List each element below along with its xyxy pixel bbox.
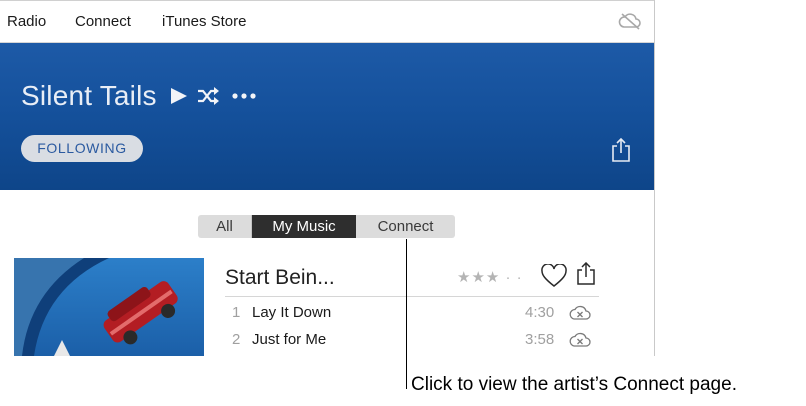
track-number: 1 — [232, 304, 241, 321]
segment-all[interactable]: All — [198, 215, 251, 238]
cloud-download-icon[interactable] — [569, 305, 591, 321]
shuffle-icon[interactable] — [197, 86, 219, 106]
view-segmented-control: All My Music Connect — [198, 215, 455, 238]
artist-name: Silent Tails — [21, 80, 157, 111]
album-rating[interactable]: ★★★ · · — [457, 268, 523, 286]
nav-itunes-store[interactable]: iTunes Store — [162, 13, 247, 30]
play-icon[interactable] — [170, 87, 188, 105]
cloud-off-icon[interactable] — [618, 11, 642, 31]
share-icon[interactable] — [576, 262, 596, 286]
album-artwork-image — [14, 258, 204, 356]
track-title: Just for Me — [252, 331, 327, 348]
artist-banner: Silent Tails FOLLOWING — [0, 43, 654, 190]
divider — [225, 296, 599, 297]
window-border — [654, 0, 655, 356]
heart-icon[interactable] — [541, 264, 567, 288]
track-row[interactable]: 1 Lay It Down 4:30 — [225, 299, 599, 325]
callout-line — [406, 239, 407, 389]
track-duration: 4:30 — [525, 304, 555, 321]
track-number: 2 — [232, 331, 241, 348]
window-border — [0, 0, 655, 1]
segment-my-music[interactable]: My Music — [252, 215, 356, 238]
share-icon[interactable] — [611, 137, 631, 163]
album-artwork[interactable] — [14, 258, 204, 356]
track-title: Lay It Down — [252, 304, 332, 321]
track-duration: 3:58 — [525, 331, 555, 348]
nav-radio[interactable]: Radio — [7, 13, 46, 30]
callout-text: Click to view the artist’s Connect page. — [411, 374, 737, 395]
segment-connect[interactable]: Connect — [356, 215, 455, 238]
nav-connect[interactable]: Connect — [75, 13, 131, 30]
top-nav: Radio Connect iTunes Store — [0, 1, 654, 43]
itunes-window: Radio Connect iTunes Store Silent Tails … — [0, 0, 654, 356]
album-title[interactable]: Start Bein... — [225, 266, 335, 290]
cloud-download-icon[interactable] — [569, 332, 591, 348]
track-row[interactable]: 2 Just for Me 3:58 — [225, 326, 599, 352]
following-button[interactable]: FOLLOWING — [21, 135, 143, 162]
more-icon[interactable] — [232, 93, 256, 99]
